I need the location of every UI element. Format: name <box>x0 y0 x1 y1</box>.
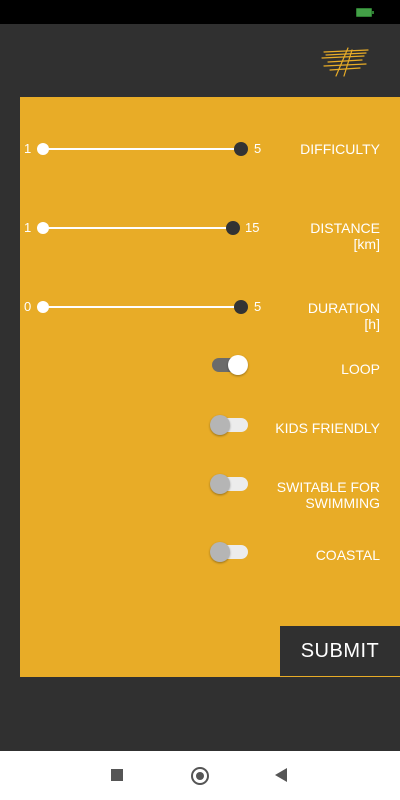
circle-home-icon[interactable] <box>191 767 209 785</box>
difficulty-slider-track[interactable] <box>43 148 241 150</box>
duration-label: DURATION [h] <box>308 300 380 332</box>
duration-label-title: DURATION <box>307 300 380 316</box>
distance-max-thumb[interactable] <box>226 221 240 235</box>
duration-label-unit: [h] <box>364 316 380 332</box>
distance-min-thumb[interactable] <box>37 222 49 234</box>
difficulty-max-label: 5 <box>254 141 262 156</box>
brand-logo-icon <box>321 47 369 77</box>
coastal-switch[interactable] <box>210 542 248 562</box>
duration-min-label: 0 <box>24 299 32 314</box>
square-recents-icon[interactable] <box>111 769 123 781</box>
swimming-switch-knob <box>210 474 230 494</box>
distance-label: DISTANCE [km] <box>310 220 380 252</box>
triangle-back-icon[interactable] <box>275 768 287 782</box>
coastal-switch-knob <box>210 542 230 562</box>
swimming-label: SWITABLE FOR SWIMMING <box>277 479 380 511</box>
duration-max-thumb[interactable] <box>234 300 248 314</box>
swimming-switch[interactable] <box>210 474 248 494</box>
status-bar <box>0 0 400 24</box>
distance-label-title: DISTANCE <box>310 220 380 236</box>
loop-label: LOOP <box>341 361 380 377</box>
loop-switch-knob <box>228 355 248 375</box>
swimming-label-line1: SWITABLE FOR <box>276 479 380 495</box>
difficulty-max-thumb[interactable] <box>234 142 248 156</box>
distance-min-label: 1 <box>24 220 32 235</box>
difficulty-label: DIFFICULTY <box>300 141 380 157</box>
loop-switch[interactable] <box>212 355 248 375</box>
duration-slider-track[interactable] <box>43 306 241 308</box>
filter-panel: 1 5 DIFFICULTY 1 15 DISTANCE [km] 0 5 DU… <box>20 97 400 677</box>
submit-button[interactable]: SUBMIT <box>280 626 400 676</box>
distance-slider-track[interactable] <box>43 227 233 229</box>
duration-max-label: 5 <box>254 299 262 314</box>
distance-label-unit: [km] <box>353 236 380 252</box>
difficulty-min-label: 1 <box>24 141 32 156</box>
kids-friendly-switch-knob <box>210 415 230 435</box>
duration-min-thumb[interactable] <box>37 301 49 313</box>
kids-friendly-label: KIDS FRIENDLY <box>275 420 380 436</box>
swimming-label-line2: SWIMMING <box>305 495 380 511</box>
kids-friendly-switch[interactable] <box>210 415 248 435</box>
coastal-label: COASTAL <box>315 547 380 563</box>
difficulty-min-thumb[interactable] <box>37 143 49 155</box>
battery-icon <box>356 8 374 17</box>
distance-max-label: 15 <box>245 220 260 235</box>
